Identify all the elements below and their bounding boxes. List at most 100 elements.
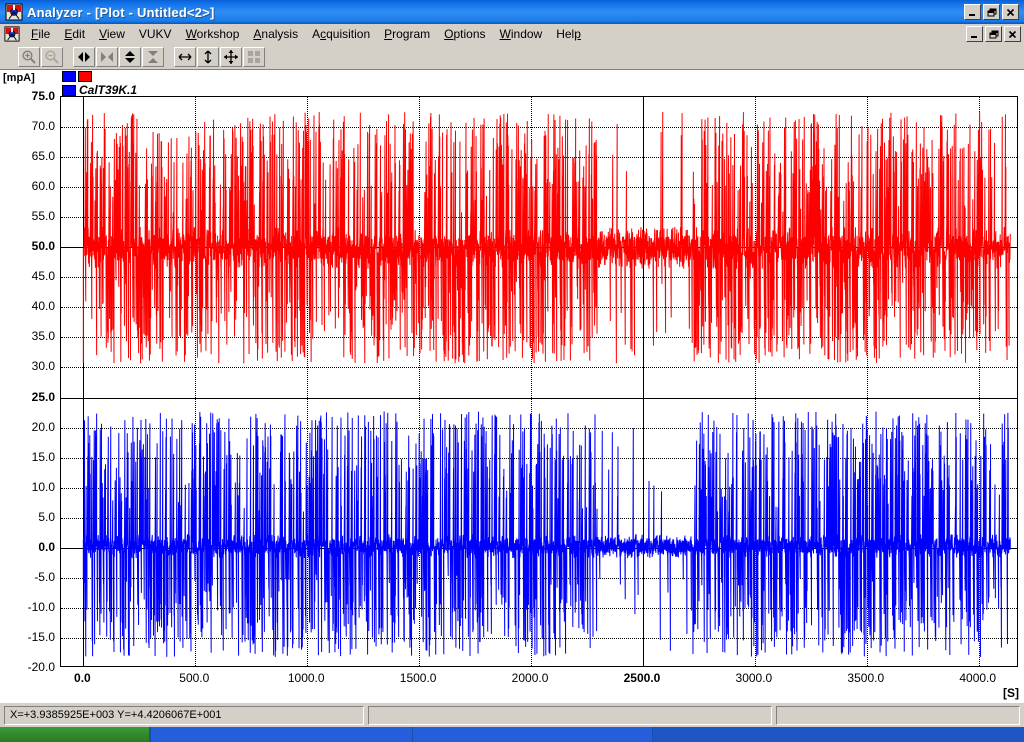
application-window: Analyzer - [Plot - Untitled<2>] File Edi…	[0, 0, 1024, 742]
mdi-close-button[interactable]	[1004, 26, 1021, 42]
restore-button[interactable]	[983, 4, 1000, 20]
y-axis-tick: 75.0	[31, 89, 55, 103]
menu-label-view: iew	[106, 27, 125, 41]
menu-label-vukv: VUKV	[138, 27, 172, 41]
legend-swatch-row	[62, 71, 137, 82]
y-axis-tick: 35.0	[31, 329, 55, 344]
y-axis-tick: 55.0	[31, 209, 55, 224]
window-controls	[964, 4, 1022, 20]
analyzer-app-icon	[5, 3, 23, 21]
status-pane-2	[368, 705, 772, 725]
menu-item-options[interactable]: Options	[437, 25, 492, 43]
pan-all-icon[interactable]	[220, 47, 242, 67]
y-axis-tick: 15.0	[31, 449, 55, 464]
menu-label-program: rogram	[392, 27, 431, 41]
x-axis-tick: 0.0	[74, 671, 91, 685]
title-bar: Analyzer - [Plot - Untitled<2>]	[0, 0, 1024, 24]
menu-item-vukv[interactable]: VUKV	[132, 25, 179, 43]
menu-item-edit[interactable]: Edit	[57, 25, 92, 43]
expand-vertical-icon[interactable]	[119, 47, 141, 67]
menu-label-file: ile	[38, 27, 51, 41]
legend-entry: CalT39K.1	[62, 83, 137, 97]
zoom-in-icon[interactable]	[18, 47, 40, 67]
menu-item-view[interactable]: View	[92, 25, 132, 43]
system-tray[interactable]	[652, 727, 1024, 742]
menu-label-acquisition: quisition	[326, 27, 371, 41]
menu-item-help[interactable]: Help	[549, 25, 588, 43]
pan-horizontal-icon[interactable]	[174, 47, 196, 67]
plot-panel: [mpA] [S] CalT39K.1 75.0 70.0 65.0 60.0 55.0…	[0, 70, 1024, 702]
y-axis-tick: -10.0	[27, 599, 55, 614]
y-axis-tick: 25.0	[31, 389, 55, 404]
y-axis-tick: 65.0	[31, 149, 55, 164]
menu-label-options: ptions	[453, 27, 486, 41]
y-axis-tick: -15.0	[27, 629, 55, 644]
x-axis-tick: 3000.0	[735, 671, 773, 685]
menu-label-analysis: nalysis	[261, 27, 299, 41]
menu-bar: File Edit View VUKV Workshop Analysis Ac…	[0, 24, 1024, 45]
menu-label-window: indow	[510, 27, 543, 41]
y-axis-tick: -20.0	[27, 660, 55, 674]
y-axis-tick: 5.0	[38, 509, 55, 524]
x-axis-tick: 1000.0	[287, 671, 325, 685]
legend-swatch-blue[interactable]	[62, 71, 76, 82]
y-axis-tick: 40.0	[31, 299, 55, 314]
x-axis-tick: 2500.0	[623, 671, 661, 685]
x-axis-tick: 4000.0	[959, 671, 997, 685]
toolbar-separator-1	[64, 57, 73, 58]
mdi-window-controls	[966, 26, 1024, 42]
y-axis-tick: 50.0	[31, 239, 55, 254]
status-coordinates: X=+3.9385925E+003 Y=+4.4206067E+001	[4, 705, 364, 725]
taskbar	[0, 727, 1024, 742]
legend-entry-label: CalT39K.1	[79, 83, 138, 97]
x-axis-tick: 2000.0	[511, 671, 549, 685]
menu-label-edit: dit	[72, 27, 86, 41]
collapse-vertical-icon[interactable]	[142, 47, 164, 67]
toolbar	[0, 45, 1024, 70]
x-axis-tick: 1500.0	[399, 671, 437, 685]
menu-item-acquisition[interactable]: Acquisition	[305, 25, 377, 43]
mdi-restore-button[interactable]	[985, 26, 1002, 42]
status-bar: X=+3.9385925E+003 Y=+4.4206067E+001	[0, 702, 1024, 727]
start-button[interactable]	[0, 727, 150, 742]
menu-item-program[interactable]: Program	[377, 25, 437, 43]
y-axis-tick: 30.0	[31, 359, 55, 374]
x-axis-tick: 500.0	[179, 671, 210, 685]
plot-canvas[interactable]	[60, 96, 1018, 667]
expand-horizontal-icon[interactable]	[73, 47, 95, 67]
collapse-horizontal-icon[interactable]	[96, 47, 118, 67]
trace-path	[83, 112, 1010, 363]
menu-item-workshop[interactable]: Workshop	[179, 25, 247, 43]
x-axis-unit-label: [S]	[1003, 686, 1019, 700]
y-axis-tick: 70.0	[31, 119, 55, 134]
menu-item-analysis[interactable]: Analysis	[246, 25, 305, 43]
window-title: Analyzer - [Plot - Untitled<2>]	[27, 4, 215, 20]
close-button[interactable]	[1002, 4, 1019, 20]
taskbar-item-2[interactable]	[412, 727, 652, 742]
menu-item-file[interactable]: File	[24, 25, 57, 43]
minimize-button[interactable]	[964, 4, 981, 20]
legend-entry-swatch[interactable]	[62, 84, 76, 96]
y-axis-tick: 0.0	[38, 539, 55, 554]
document-icon[interactable]	[4, 26, 20, 42]
y-axis-tick: 10.0	[31, 479, 55, 494]
taskbar-item-1[interactable]	[150, 727, 412, 742]
status-pane-3	[776, 705, 1020, 725]
y-axis-unit-label: [mpA]	[3, 72, 35, 84]
legend-swatch-red[interactable]	[78, 71, 92, 82]
pan-vertical-icon[interactable]	[197, 47, 219, 67]
y-axis-tick: 45.0	[31, 269, 55, 284]
toolbar-separator-2	[165, 57, 174, 58]
menu-item-window[interactable]: Window	[493, 25, 550, 43]
mdi-minimize-button[interactable]	[966, 26, 983, 42]
y-axis-tick: 20.0	[31, 419, 55, 434]
y-axis-tick: -5.0	[34, 569, 55, 584]
signal-traces	[61, 97, 1017, 666]
trace-path	[83, 412, 1010, 657]
y-axis-tick: 60.0	[31, 179, 55, 194]
x-axis-tick: 3500.0	[847, 671, 885, 685]
menu-label-workshop: orkshop	[196, 27, 240, 41]
fit-all-icon[interactable]	[243, 47, 265, 67]
zoom-out-icon[interactable]	[41, 47, 63, 67]
legend: CalT39K.1	[62, 71, 137, 97]
